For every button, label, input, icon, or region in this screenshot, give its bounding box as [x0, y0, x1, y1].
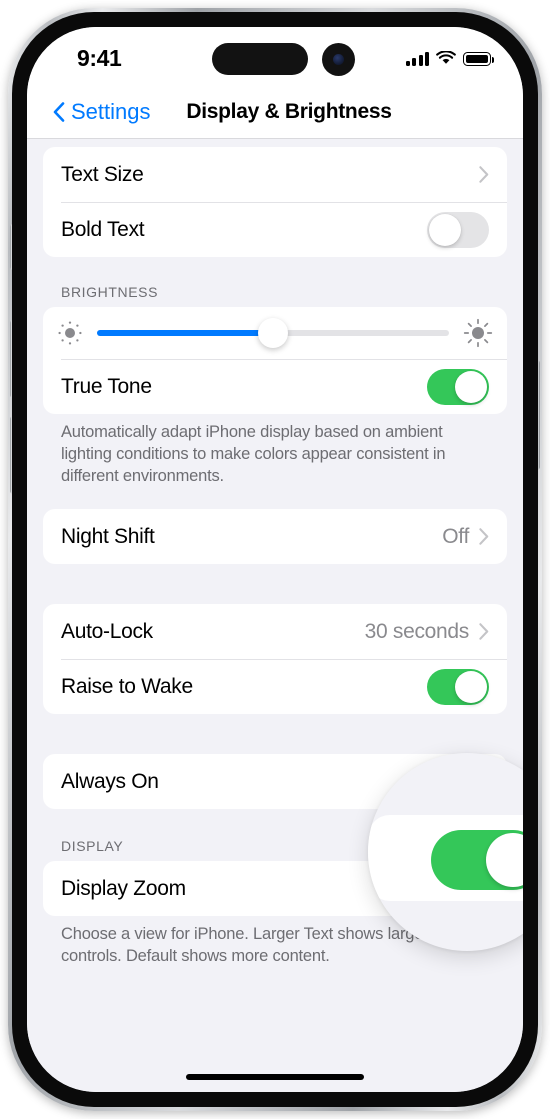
sun-low-icon [58, 321, 82, 345]
dynamic-island [212, 43, 308, 75]
device-screen: 9:41 Settings Display & Brightness Text … [27, 27, 523, 1092]
row-bold-text-label: Bold Text [61, 217, 145, 241]
front-camera-housing [322, 43, 355, 76]
row-true-tone[interactable]: True Tone [43, 359, 507, 414]
status-bar: 9:41 [27, 27, 523, 89]
row-raise-to-wake-label: Raise to Wake [61, 674, 193, 698]
row-always-on-label: Always On [61, 769, 159, 793]
brightness-slider-row[interactable] [43, 307, 507, 359]
row-auto-lock-value: 30 seconds [364, 619, 470, 643]
row-auto-lock-label: Auto-Lock [61, 619, 153, 643]
device-bezel: 9:41 Settings Display & Brightness Text … [12, 12, 538, 1107]
home-indicator[interactable] [186, 1074, 364, 1080]
raise-to-wake-toggle[interactable] [427, 668, 489, 705]
status-bar-indicators [405, 46, 494, 66]
bold-text-toggle[interactable] [427, 211, 489, 248]
true-tone-toggle[interactable] [427, 368, 489, 405]
status-bar-time: 9:41 [77, 45, 122, 71]
brightness-slider-track[interactable] [97, 318, 449, 348]
chevron-right-icon [479, 623, 489, 640]
navigation-bar: Settings Display & Brightness [27, 89, 523, 139]
magnified-always-on-toggle[interactable] [431, 830, 523, 890]
row-raise-to-wake[interactable]: Raise to Wake [43, 659, 507, 714]
brightness-slider-thumb[interactable] [258, 318, 288, 348]
wifi-icon [436, 51, 456, 64]
row-text-size-label: Text Size [61, 162, 144, 186]
brightness-slider-fill [97, 330, 273, 336]
brightness-section-header: BRIGHTNESS [61, 284, 159, 300]
row-night-shift-label: Night Shift [61, 524, 155, 548]
sun-high-icon [463, 318, 493, 348]
camera-lens-icon [333, 54, 344, 65]
text-settings-group: Text Size Bold Text [43, 147, 507, 257]
chevron-right-icon [479, 528, 489, 545]
row-display-zoom-label: Display Zoom [61, 876, 186, 900]
row-auto-lock[interactable]: Auto-Lock 30 seconds [43, 604, 507, 659]
lock-group: Auto-Lock 30 seconds Raise to Wake [43, 604, 507, 714]
iphone-device-frame: 9:41 Settings Display & Brightness Text … [8, 8, 542, 1111]
brightness-group: True Tone [43, 307, 507, 414]
row-bold-text[interactable]: Bold Text [43, 202, 507, 257]
row-night-shift-value: Off [442, 524, 469, 548]
true-tone-footnote: Automatically adapt iPhone display based… [61, 423, 446, 485]
battery-full-icon [463, 52, 494, 66]
cellular-bars-icon [405, 51, 429, 66]
page-title: Display & Brightness [186, 100, 392, 123]
row-true-tone-label: True Tone [61, 374, 152, 398]
chevron-right-icon [479, 166, 489, 183]
night-shift-group: Night Shift Off [43, 509, 507, 564]
row-text-size[interactable]: Text Size [43, 147, 507, 202]
row-night-shift[interactable]: Night Shift Off [43, 509, 507, 564]
